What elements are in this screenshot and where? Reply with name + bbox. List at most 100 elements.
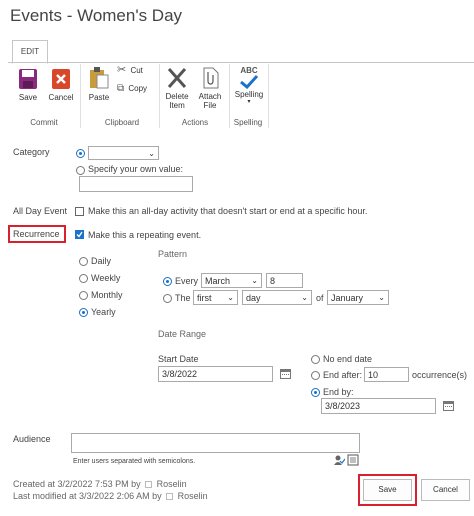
save-ribbon-button[interactable]: Save [14, 68, 42, 102]
the-daytype-select[interactable]: day ⌄ [242, 290, 312, 305]
chevron-down-icon: ⌄ [251, 276, 258, 285]
the-ordinal-value: first [197, 293, 212, 303]
audience-input[interactable] [71, 433, 360, 453]
created-by-user[interactable]: Roselin [157, 479, 187, 489]
delete-item-label-1: Delete [165, 92, 189, 101]
group-clipboard: Clipboard [104, 118, 140, 127]
every-day-input[interactable]: 8 [266, 273, 303, 288]
group-actions: Actions [181, 118, 209, 127]
every-month-select[interactable]: March ⌄ [201, 273, 262, 288]
date-range-label: Date Range [158, 329, 207, 339]
created-at: Created at 3/2/2022 7:53 PM by [13, 479, 141, 489]
presence-icon [145, 481, 153, 488]
category-choice-radio[interactable] [76, 149, 85, 158]
copy-icon: ⧉ [117, 83, 125, 94]
pattern-every-radio[interactable] [163, 277, 172, 286]
save-icon [19, 69, 37, 89]
calendar-icon[interactable] [280, 369, 291, 379]
modified-at: Last modified at 3/3/2022 2:06 AM by [13, 491, 162, 501]
recurrence-checkbox[interactable] [75, 230, 84, 239]
category-select[interactable]: ⌄ [88, 146, 159, 160]
start-date-label: Start Date [158, 354, 199, 364]
audience-hint: Enter users separated with semicolons. [73, 458, 196, 465]
paste-icon [90, 67, 109, 89]
ribbon-separator [80, 64, 81, 128]
cancel-ribbon-button[interactable]: Cancel [46, 68, 76, 102]
every-month-value: March [205, 276, 231, 286]
frequency-monthly-label: Monthly [91, 290, 123, 300]
chevron-down-icon: ▾ [247, 99, 251, 105]
calendar-icon[interactable] [443, 401, 454, 411]
recurrence-text: Make this a repeating event. [88, 230, 202, 240]
abc-logo: ABC [240, 66, 258, 75]
ribbon-separator [159, 64, 160, 128]
copy-button[interactable]: ⧉ Copy [117, 83, 157, 94]
end-after-radio[interactable] [311, 371, 320, 380]
occurrences-label: occurrence(s) [412, 370, 468, 380]
checkmark-icon [240, 75, 259, 89]
pattern-every-label: Every [175, 276, 199, 286]
chevron-down-icon: ⌄ [301, 293, 308, 302]
save-button[interactable]: Save [363, 479, 412, 501]
recurrence-label: Recurrence [13, 229, 60, 239]
all-day-label: All Day Event [13, 206, 68, 216]
cut-icon: ✂ [117, 64, 127, 76]
end-after-input[interactable]: 10 [364, 367, 409, 382]
no-end-date-radio[interactable] [311, 355, 320, 364]
copy-label: Copy [128, 84, 148, 93]
delete-item-button[interactable]: Delete Item [163, 66, 191, 110]
start-date-input[interactable]: 3/8/2022 [158, 366, 273, 382]
frequency-weekly-label: Weekly [91, 273, 121, 283]
presence-icon [166, 493, 174, 500]
frequency-daily-label: Daily [91, 256, 112, 266]
check-names-icon[interactable] [333, 454, 345, 466]
attach-file-button[interactable]: Attach File [195, 66, 225, 110]
modified-text: Last modified at 3/3/2022 2:06 AM by Ros… [13, 491, 208, 501]
frequency-yearly-radio[interactable] [79, 308, 88, 317]
the-ordinal-select[interactable]: first ⌄ [193, 290, 238, 305]
end-after-label: End after: [323, 370, 363, 380]
pattern-the-label: The [175, 293, 191, 303]
cut-label: Cut [130, 66, 143, 75]
spelling-button[interactable]: ABC Spelling ▾ [233, 66, 265, 105]
paste-button[interactable]: Paste [86, 66, 112, 102]
cancel-icon [52, 69, 70, 89]
end-by-input[interactable]: 3/8/2023 [321, 398, 436, 414]
address-book-icon[interactable] [347, 454, 359, 466]
cancel-ribbon-label: Cancel [48, 93, 74, 102]
tab-edit[interactable]: EDIT [12, 40, 48, 64]
category-specify-input[interactable] [79, 176, 193, 192]
group-spelling: Spelling [233, 118, 263, 127]
pattern-the-radio[interactable] [163, 294, 172, 303]
all-day-checkbox[interactable] [75, 207, 84, 216]
save-ribbon-label: Save [18, 93, 38, 102]
the-month-value: January [331, 293, 364, 303]
cut-button[interactable]: ✂ Cut [117, 64, 157, 76]
end-by-radio[interactable] [311, 388, 320, 397]
audience-label: Audience [13, 434, 51, 444]
cancel-button[interactable]: Cancel [421, 479, 470, 501]
frequency-yearly-label: Yearly [91, 307, 116, 317]
frequency-daily-radio[interactable] [79, 257, 88, 266]
end-by-label: End by: [323, 387, 354, 397]
chevron-down-icon: ⌄ [227, 293, 234, 302]
modified-by-user[interactable]: Roselin [178, 491, 208, 501]
group-commit: Commit [30, 118, 58, 127]
frequency-weekly-radio[interactable] [79, 274, 88, 283]
ribbon-separator [268, 64, 269, 128]
created-text: Created at 3/2/2022 7:53 PM by Roselin [13, 479, 187, 489]
checkmark-icon [76, 231, 83, 238]
the-month-select[interactable]: January ⌄ [327, 290, 389, 305]
delete-icon [167, 68, 187, 88]
frequency-monthly-radio[interactable] [79, 291, 88, 300]
paste-label: Paste [88, 93, 110, 102]
spelling-label: Spelling [234, 90, 264, 99]
pattern-label: Pattern [158, 249, 188, 259]
attach-file-icon [203, 67, 219, 89]
no-end-date-label: No end date [323, 354, 373, 364]
page-title: Events - Women's Day [10, 6, 183, 25]
attach-file-label-2: File [203, 101, 217, 110]
attach-file-label-1: Attach [198, 92, 222, 101]
category-specify-radio[interactable] [76, 166, 85, 175]
category-specify-label: Specify your own value: [88, 164, 184, 174]
